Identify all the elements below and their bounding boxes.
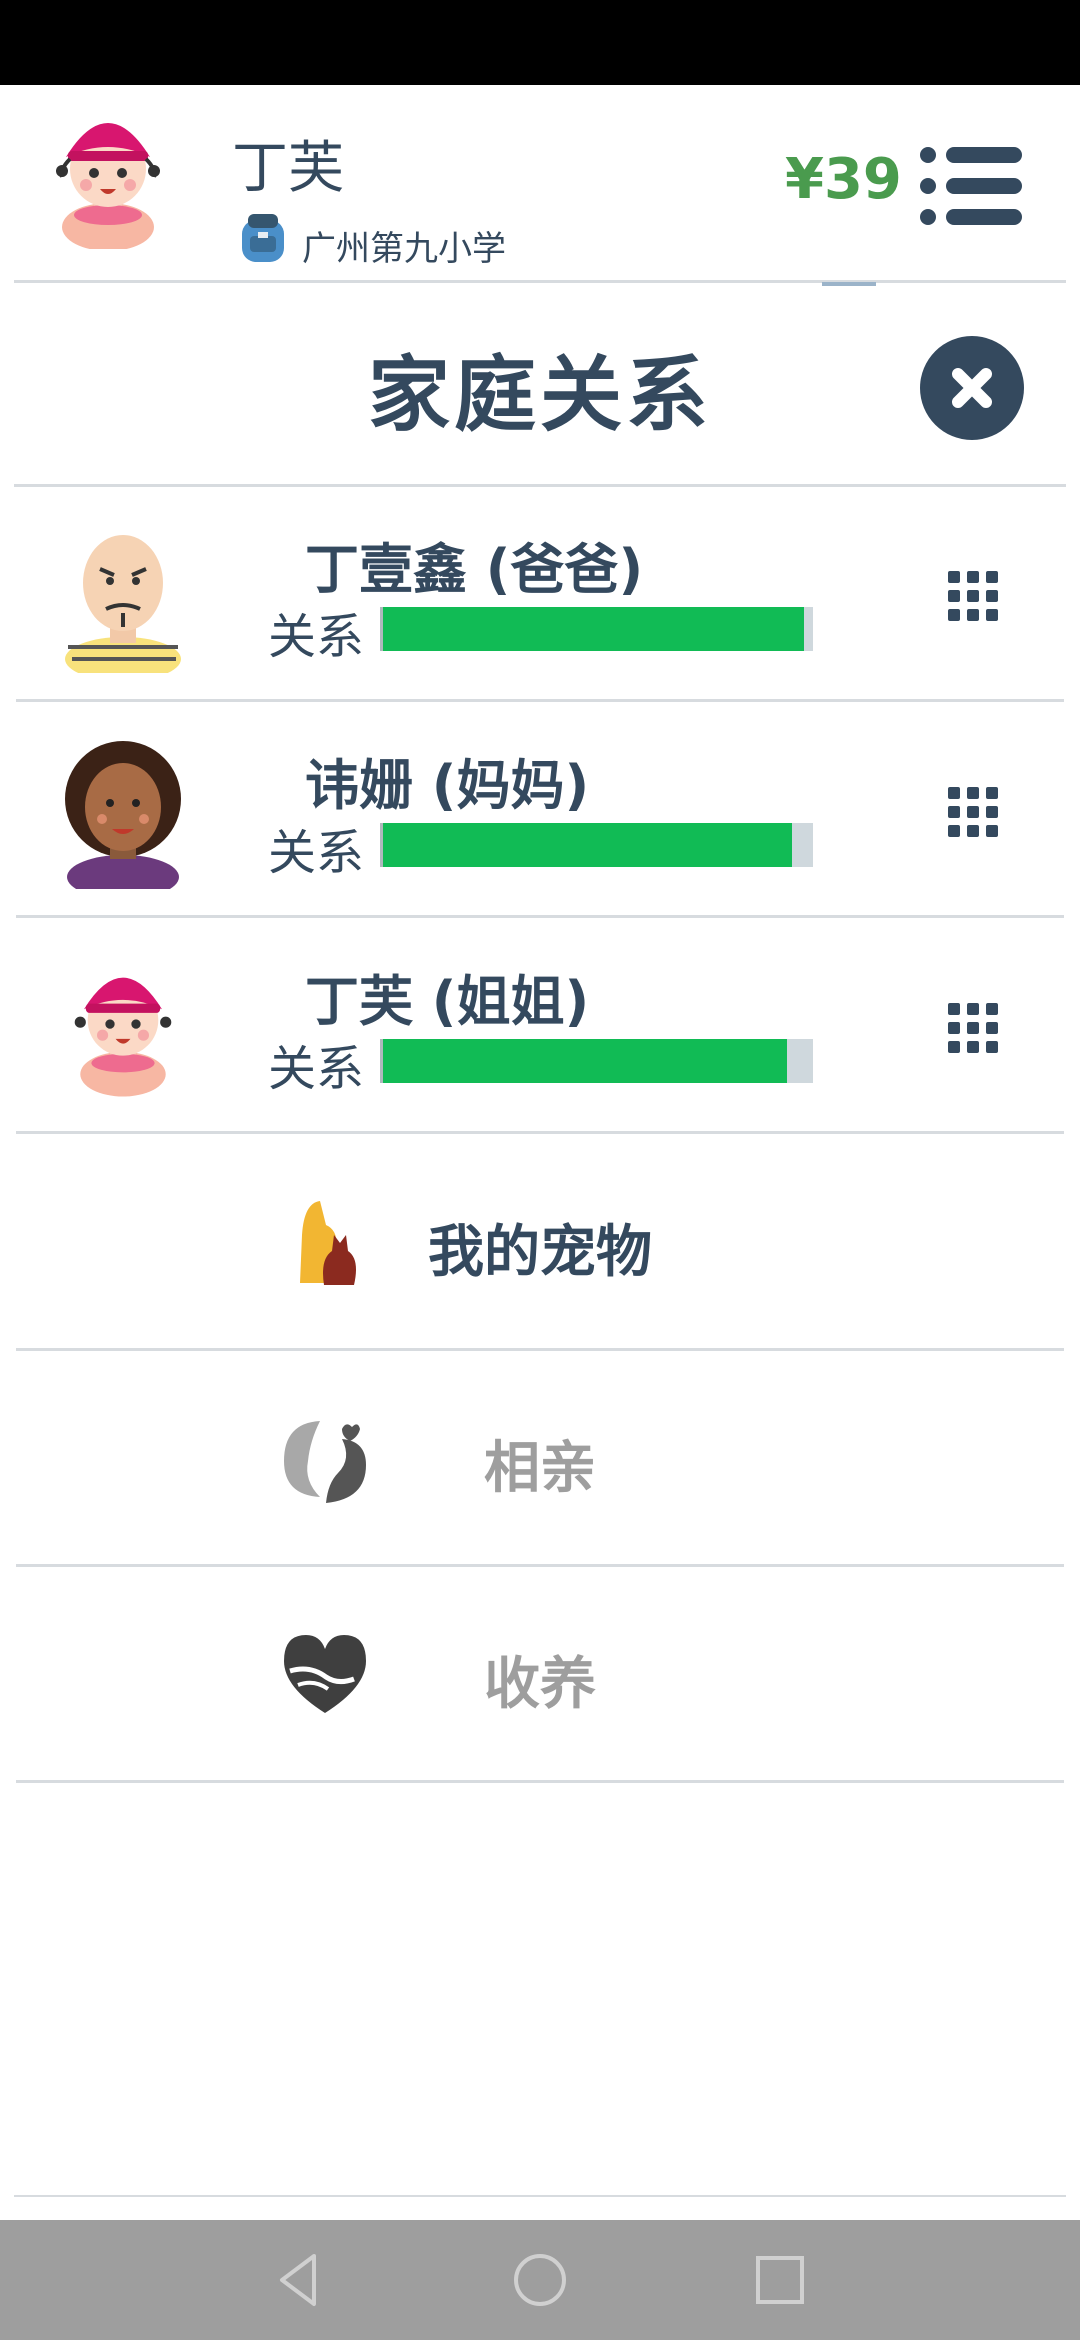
feature-adoption[interactable]: 收养 [0, 1567, 1080, 1783]
dating-icon [284, 1421, 366, 1503]
feature-label: 我的宠物 [428, 1220, 652, 1285]
adoption-icon [284, 1635, 366, 1713]
mother-avatar [65, 741, 181, 889]
row-divider [16, 699, 1064, 702]
relation-label: 关系 [268, 609, 365, 665]
bottom-divider [14, 2195, 1066, 2197]
status-bar [0, 0, 1080, 85]
tab-indicator [822, 282, 876, 286]
relation-bar [380, 823, 813, 867]
row-divider [16, 1780, 1064, 1783]
close-button[interactable] [920, 336, 1024, 440]
relation-bar-fill [383, 823, 792, 867]
feature-my-pets[interactable]: 我的宠物 [0, 1135, 1080, 1351]
grid-menu-icon[interactable] [946, 1001, 1000, 1055]
member-row-sister[interactable]: 丁芙 (姐姐) 关系 [0, 919, 1080, 1134]
row-divider [16, 915, 1064, 918]
header-divider [14, 280, 1066, 283]
pet-icon [300, 1201, 356, 1285]
user-name: 丁芙 [232, 136, 344, 201]
relation-label: 关系 [268, 825, 365, 881]
school-bag-icon [242, 214, 284, 262]
back-icon[interactable] [268, 2248, 332, 2312]
balance-amount: ¥39 [785, 147, 902, 212]
grid-menu-icon[interactable] [946, 569, 1000, 623]
feature-label: 相亲 [484, 1436, 596, 1501]
relation-bar-fill [383, 607, 805, 651]
home-icon[interactable] [508, 2248, 572, 2312]
relation-bar [380, 607, 813, 651]
school-name: 广州第九小学 [302, 229, 506, 269]
user-avatar[interactable] [38, 99, 178, 249]
father-avatar [65, 535, 181, 673]
member-name: 讳姗 (妈妈) [305, 754, 590, 817]
feature-label: 收养 [484, 1652, 596, 1717]
relation-label: 关系 [268, 1041, 365, 1097]
panel-title: 家庭关系 [367, 348, 712, 443]
row-divider [16, 1131, 1064, 1134]
member-row-mother[interactable]: 讳姗 (妈妈) 关系 [0, 703, 1080, 918]
relation-bar-fill [383, 1039, 788, 1083]
member-row-father[interactable]: 丁壹鑫 (爸爸) 关系 [0, 487, 1080, 702]
member-name: 丁壹鑫 (爸爸) [305, 538, 644, 601]
system-navigation-bar [0, 2220, 1080, 2340]
sister-avatar [74, 977, 172, 1097]
app-header: 丁芙 广州第九小学 ¥39 [0, 85, 1080, 281]
close-icon [952, 368, 992, 408]
recents-icon[interactable] [748, 2248, 812, 2312]
feature-dating[interactable]: 相亲 [0, 1351, 1080, 1567]
grid-menu-icon[interactable] [946, 785, 1000, 839]
menu-list-icon[interactable] [918, 143, 1028, 229]
relation-bar [380, 1039, 813, 1083]
member-name: 丁芙 (姐姐) [305, 970, 590, 1033]
